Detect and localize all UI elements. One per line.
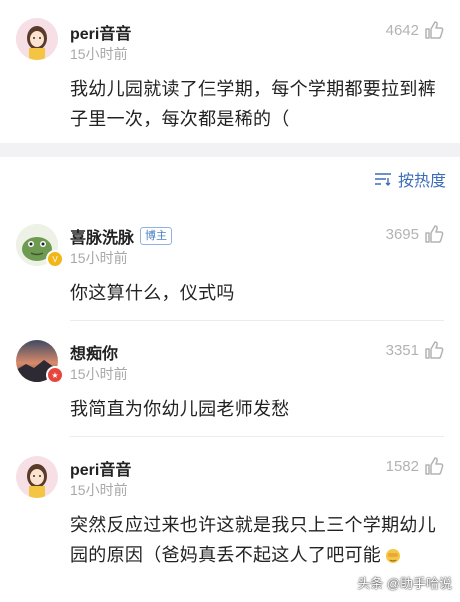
thumbs-up-icon	[425, 225, 444, 243]
divider	[70, 436, 444, 437]
comment-time: 15小时前	[70, 250, 128, 266]
like-button[interactable]: 1582	[386, 456, 444, 476]
comment-text: 突然反应过来也许这就是我只上三个学期幼儿园的原因（爸妈真丢不起这人了吧可能	[70, 515, 436, 565]
comment-text: 你这算什么，仪式吗	[70, 283, 235, 303]
comment-time: 15小时前	[70, 482, 128, 498]
comment-time: 15小时前	[70, 366, 128, 382]
watermark: 头条 @助手哈说	[357, 576, 452, 591]
like-count: 3351	[385, 341, 419, 359]
like-count: 4642	[385, 21, 419, 39]
comment-author[interactable]: peri音音	[70, 456, 131, 480]
thumbs-up-icon	[425, 457, 444, 475]
verified-badge-icon: V	[46, 250, 64, 268]
avatar[interactable]	[16, 18, 58, 60]
comment-time: 15小时前	[70, 46, 128, 62]
thumbs-up-icon	[425, 341, 444, 359]
sort-label: 按热度	[397, 173, 446, 190]
comment-author[interactable]: peri音音	[70, 20, 131, 44]
comment-author[interactable]: 想痴你	[70, 340, 118, 364]
vip-badge-icon: ★	[46, 366, 64, 384]
sort-icon	[374, 173, 391, 186]
section-divider	[0, 143, 460, 157]
sort-button[interactable]: 按热度	[374, 167, 446, 191]
author-tag: 博主	[140, 227, 173, 245]
facepalm-emoji-icon	[384, 543, 402, 563]
like-count: 1582	[385, 457, 419, 475]
like-count: 3695	[385, 225, 419, 243]
like-button[interactable]: 4642	[386, 20, 444, 40]
like-button[interactable]: 3351	[386, 340, 444, 360]
comment-author[interactable]: 喜脉洗脉 博主	[70, 224, 173, 248]
avatar[interactable]	[16, 456, 58, 498]
girl-avatar-icon	[16, 456, 58, 498]
girl-avatar-icon	[16, 18, 58, 60]
like-button[interactable]: 3695	[386, 224, 444, 244]
thumbs-up-icon	[425, 21, 444, 39]
divider	[70, 320, 444, 321]
comment-text: 我幼儿园就读了仨学期，每个学期都要拉到裤子里一次，每次都是稀的（	[70, 79, 436, 129]
comment-text: 我简直为你幼儿园老师发愁	[70, 399, 290, 419]
